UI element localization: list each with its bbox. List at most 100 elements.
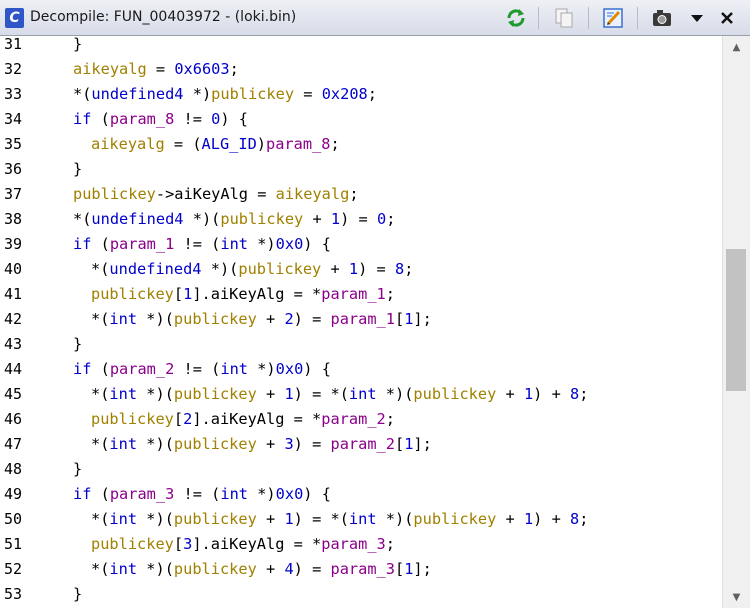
code-token: =	[146, 60, 175, 78]
line-number: 51	[4, 535, 23, 553]
code-token: 0	[211, 110, 221, 128]
code-token: }	[73, 160, 83, 178]
code-token: (	[91, 360, 110, 378]
code-text: publickey[1].aiKeyAlg = *param_1;	[91, 282, 395, 307]
line-number: 33	[4, 85, 23, 103]
line-number: 32	[4, 60, 23, 78]
code-token: }	[73, 335, 83, 353]
code-token: ;	[579, 510, 589, 528]
code-line[interactable]: 49 if (param_3 != (int *)0x0) {	[0, 482, 722, 507]
code-token: 1	[183, 285, 193, 303]
code-line[interactable]: 40 *(undefined4 *)(publickey + 1) = 8;	[0, 257, 722, 282]
code-token: *)(	[376, 510, 414, 528]
code-line[interactable]: 44 if (param_2 != (int *)0x0) {	[0, 357, 722, 382]
code-token: *(	[91, 435, 110, 453]
code-token: publickey	[91, 535, 174, 553]
code-token: 8	[394, 260, 405, 278]
line-number: 53	[4, 585, 23, 603]
scroll-up-arrow-icon[interactable]: ▲	[723, 38, 750, 56]
code-line[interactable]: 48}	[0, 457, 722, 482]
code-token: publickey	[73, 185, 156, 203]
code-token: ;	[386, 210, 396, 228]
code-token: param_2	[109, 360, 175, 378]
code-text: }	[73, 457, 82, 482]
code-line[interactable]: 50 *(int *)(publickey + 1) = *(int *)(pub…	[0, 507, 722, 532]
code-token: 0x0	[275, 485, 304, 503]
code-token: int	[109, 435, 138, 453]
code-line[interactable]: 35 aikeyalg = (ALG_ID)param_8;	[0, 132, 722, 157]
line-number: 38	[4, 210, 23, 228]
code-line[interactable]: 31}	[0, 36, 722, 57]
code-token: param_3	[330, 560, 395, 578]
code-token: ;	[367, 85, 377, 103]
toolbar-separator	[637, 7, 638, 29]
toolbar-separator	[538, 7, 539, 29]
line-number: 50	[4, 510, 23, 528]
copy-button[interactable]	[551, 5, 577, 31]
code-line[interactable]: 37 publickey->aiKeyAlg = aikeyalg;	[0, 182, 722, 207]
code-text: if (param_3 != (int *)0x0) {	[73, 482, 331, 507]
code-token: publickey	[211, 85, 295, 103]
code-token: 1	[523, 385, 534, 403]
code-token: ];	[413, 560, 432, 578]
code-token: publickey	[173, 435, 257, 453]
code-token: 3	[284, 435, 294, 453]
line-number: 41	[4, 285, 23, 303]
code-line[interactable]: 53}	[0, 582, 722, 607]
refresh-button[interactable]	[503, 5, 529, 31]
code-text: *(undefined4 *)publickey = 0x208;	[73, 82, 377, 107]
code-token: if	[73, 360, 92, 378]
code-line[interactable]: 47 *(int *)(publickey + 3) = param_2[1];	[0, 432, 722, 457]
close-button[interactable]	[714, 5, 740, 31]
edit-function-signature-button[interactable]	[600, 5, 626, 31]
code-line[interactable]: 38 *(undefined4 *)(publickey + 1) = 0;	[0, 207, 722, 232]
code-line[interactable]: 41 publickey[1].aiKeyAlg = *param_1;	[0, 282, 722, 307]
code-text: if (param_1 != (int *)0x0) {	[73, 232, 331, 257]
snapshot-button[interactable]	[649, 5, 675, 31]
code-line[interactable]: 45 *(int *)(publickey + 1) = *(int *)(pub…	[0, 382, 722, 407]
code-line[interactable]: 39 if (param_1 != (int *)0x0) {	[0, 232, 722, 257]
code-line[interactable]: 34 if (param_8 != 0) {	[0, 107, 722, 132]
code-token: ;	[349, 185, 359, 203]
code-token: int	[109, 385, 138, 403]
code-token: param_2	[330, 435, 395, 453]
code-token: (	[91, 235, 110, 253]
code-token: ) = *(	[293, 385, 349, 403]
code-token: ) = *(	[293, 510, 349, 528]
code-token: publickey	[173, 310, 257, 328]
code-token: *(	[73, 85, 92, 103]
line-number: 35	[4, 135, 23, 153]
code-line[interactable]: 43}	[0, 332, 722, 357]
code-token: 1	[284, 510, 294, 528]
line-number: 43	[4, 335, 23, 353]
code-text: if (param_2 != (int *)0x0) {	[73, 357, 331, 382]
code-token: +	[256, 435, 285, 453]
code-token: != (	[174, 485, 221, 503]
code-line[interactable]: 32 aikeyalg = 0x6603;	[0, 57, 722, 82]
code-token: +	[256, 560, 285, 578]
scrollbar-thumb[interactable]	[726, 249, 746, 391]
code-line[interactable]: 52 *(int *)(publickey + 4) = param_3[1];	[0, 557, 722, 582]
code-token: if	[73, 485, 92, 503]
code-token: 1	[330, 210, 341, 228]
code-text: publickey[2].aiKeyAlg = *param_2;	[91, 407, 395, 432]
code-token: 1	[284, 385, 294, 403]
code-line[interactable]: 42 *(int *)(publickey + 2) = param_1[1];	[0, 307, 722, 332]
code-text: aikeyalg = 0x6603;	[73, 57, 239, 82]
code-line[interactable]: 46 publickey[2].aiKeyAlg = *param_2;	[0, 407, 722, 432]
menu-dropdown-button[interactable]	[684, 5, 710, 31]
code-token: 2	[284, 310, 294, 328]
decompiler-code-view[interactable]: 31} 32 aikeyalg = 0x6603; 33 *(undefined4 *)…	[0, 36, 722, 608]
code-line[interactable]: 36}	[0, 157, 722, 182]
code-token: ];	[413, 435, 432, 453]
code-line[interactable]: 33 *(undefined4 *)publickey = 0x208;	[0, 82, 722, 107]
code-text: *(int *)(publickey + 1) = *(int *)(publi…	[91, 507, 588, 532]
code-token: ) +	[533, 385, 570, 403]
code-line[interactable]: 51 publickey[3].aiKeyAlg = *param_3;	[0, 532, 722, 557]
scroll-down-arrow-icon[interactable]: ▼	[723, 588, 750, 606]
vertical-scrollbar[interactable]: ▲ ▼	[722, 36, 750, 608]
code-token: ) {	[303, 235, 331, 253]
code-token: *(	[91, 510, 110, 528]
window-title: Decompile: FUN_00403972 - (loki.bin)	[30, 9, 297, 25]
code-token: +	[496, 510, 524, 528]
